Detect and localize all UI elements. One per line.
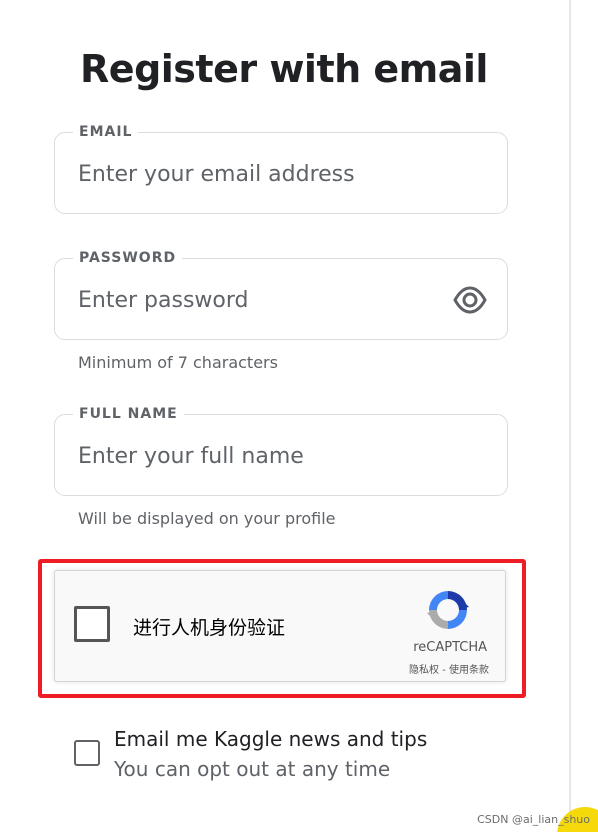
password-label: PASSWORD <box>73 249 183 267</box>
right-divider <box>569 0 571 832</box>
email-field[interactable]: EMAIL <box>54 123 508 214</box>
recaptcha-highlight-box <box>38 559 526 698</box>
newsletter-checkbox[interactable] <box>74 740 100 766</box>
watermark: CSDN @ai_lian_shuo <box>477 813 590 826</box>
full-name-field[interactable]: FULL NAME <box>54 405 508 496</box>
full-name-helper: Will be displayed on your profile <box>78 509 336 528</box>
newsletter-subtitle: You can opt out at any time <box>114 757 391 781</box>
password-helper: Minimum of 7 characters <box>78 353 278 372</box>
password-field[interactable]: PASSWORD <box>54 249 508 340</box>
newsletter-title[interactable]: Email me Kaggle news and tips <box>114 727 427 751</box>
email-label: EMAIL <box>73 123 139 141</box>
full-name-label: FULL NAME <box>73 405 184 423</box>
password-input[interactable] <box>78 286 438 314</box>
full-name-input[interactable] <box>78 442 438 470</box>
email-input[interactable] <box>78 160 438 188</box>
register-page: Register with email EMAIL PASSWORD Minim… <box>0 0 598 832</box>
page-title: Register with email <box>80 47 488 92</box>
eye-icon[interactable] <box>453 285 487 315</box>
